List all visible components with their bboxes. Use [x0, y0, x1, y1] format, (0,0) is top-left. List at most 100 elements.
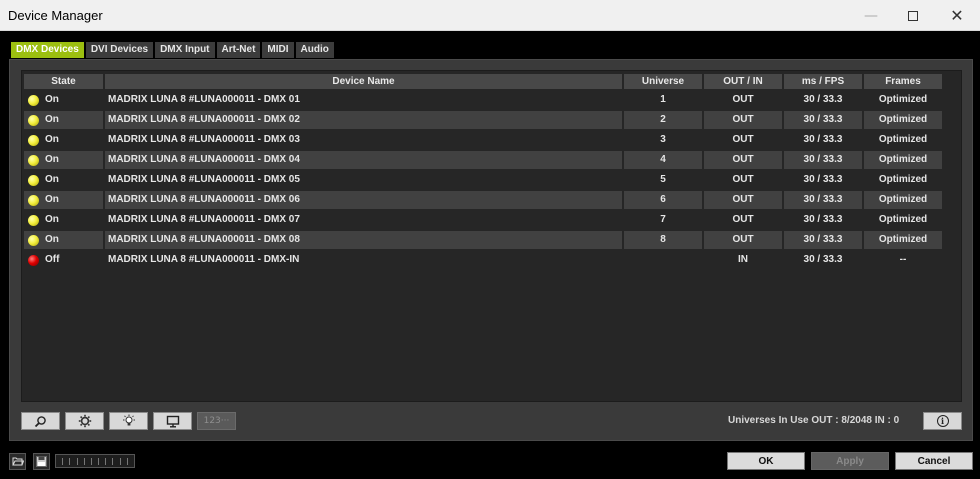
status-led-on-icon[interactable]	[28, 194, 39, 206]
state-label: On	[45, 234, 59, 245]
minimize-button[interactable]: —	[848, 0, 894, 31]
table-row[interactable]: On MADRIX LUNA 8 #LUNA000011 - DMX 05 5 OUT…	[22, 171, 963, 189]
cancel-button[interactable]: Cancel	[895, 452, 973, 470]
table-row[interactable]: On MADRIX LUNA 8 #LUNA000011 - DMX 03 3 OUT…	[22, 131, 963, 149]
table-row[interactable]: On MADRIX LUNA 8 #LUNA000011 - DMX 01 1 OUT…	[22, 91, 963, 109]
tab-bar: DMX Devices DVI Devices DMX Input Art-Ne…	[11, 42, 336, 58]
out-in-cell: OUT	[732, 134, 754, 145]
status-led-on-icon[interactable]	[28, 214, 39, 226]
fps-cell: 30 / 33.3	[803, 134, 843, 145]
table-row[interactable]: On MADRIX LUNA 8 #LUNA000011 - DMX 06 6 OUT…	[22, 191, 963, 209]
out-in-cell: OUT	[704, 111, 782, 129]
table-row[interactable]: On MADRIX LUNA 8 #LUNA000011 - DMX 02 2 OUT…	[22, 111, 963, 129]
universe-cell: 7	[660, 214, 666, 225]
maximize-button[interactable]	[890, 0, 936, 31]
tab-midi[interactable]: MIDI	[262, 42, 294, 58]
save-icon	[36, 456, 47, 467]
numbers-button[interactable]: 123···	[197, 412, 236, 430]
device-name-cell: MADRIX LUNA 8 #LUNA000011 - DMX 08	[105, 231, 622, 249]
state-cell: On	[24, 111, 103, 129]
tab-dmx-input[interactable]: DMX Input	[155, 42, 215, 58]
state-cell: On	[24, 211, 103, 229]
status-led-on-icon[interactable]	[28, 174, 39, 186]
close-button[interactable]: ✕	[934, 0, 980, 31]
info-icon: i	[936, 415, 949, 427]
status-led-on-icon[interactable]	[28, 114, 39, 126]
universe-cell: 4	[624, 151, 702, 169]
state-cell: On	[24, 131, 103, 149]
universe-cell	[624, 251, 702, 269]
tab-dvi-devices[interactable]: DVI Devices	[85, 42, 154, 58]
transparency-slider[interactable]	[55, 454, 135, 468]
state-cell: On	[24, 91, 103, 109]
frames-cell: Optimized	[878, 134, 928, 145]
tab-audio[interactable]: Audio	[295, 42, 334, 58]
device-name-cell: MADRIX LUNA 8 #LUNA000011 - DMX 01	[108, 94, 300, 105]
dmx-devices-panel: State Device Name Universe OUT / IN ms /…	[9, 59, 973, 441]
column-header-frames[interactable]: Frames	[864, 74, 942, 89]
close-icon: ✕	[950, 6, 964, 25]
out-in-cell: IN	[738, 254, 748, 265]
state-label: On	[45, 134, 59, 145]
fps-cell: 30 / 33.3	[784, 231, 862, 249]
state-cell: On	[24, 191, 103, 209]
out-in-cell: OUT	[732, 174, 754, 185]
display-button[interactable]	[153, 412, 192, 430]
table-row[interactable]: On MADRIX LUNA 8 #LUNA000011 - DMX 08 8 OUT…	[22, 231, 963, 249]
status-led-on-icon[interactable]	[28, 134, 39, 146]
folder-open-icon	[11, 457, 24, 466]
status-led-on-icon[interactable]	[28, 234, 39, 246]
minimize-icon: —	[864, 7, 878, 24]
apply-button[interactable]: Apply	[811, 452, 889, 470]
info-button[interactable]: i	[923, 412, 962, 430]
state-cell: Off	[24, 251, 103, 269]
tab-dmx-devices[interactable]: DMX Devices	[11, 42, 84, 58]
frames-cell: Optimized	[864, 231, 942, 249]
status-led-on-icon[interactable]	[28, 154, 39, 166]
device-name-cell: MADRIX LUNA 8 #LUNA000011 - DMX 06	[105, 191, 622, 209]
settings-button[interactable]	[65, 412, 104, 430]
column-header-universe[interactable]: Universe	[624, 74, 702, 89]
state-label: On	[45, 214, 59, 225]
identify-button[interactable]	[109, 412, 148, 430]
column-header-device-name[interactable]: Device Name	[105, 74, 622, 89]
universe-cell: 5	[660, 174, 666, 185]
table-row[interactable]: On MADRIX LUNA 8 #LUNA000011 - DMX 07 7 OUT…	[22, 211, 963, 229]
monitor-icon	[166, 415, 179, 428]
fps-cell: 30 / 33.3	[784, 111, 862, 129]
out-in-cell: OUT	[704, 191, 782, 209]
table-row[interactable]: Off MADRIX LUNA 8 #LUNA000011 - DMX-IN IN 3…	[22, 251, 963, 269]
ok-button[interactable]: OK	[727, 452, 805, 470]
search-button[interactable]	[21, 412, 60, 430]
frames-cell: Optimized	[878, 174, 928, 185]
fps-cell: 30 / 33.3	[803, 254, 843, 265]
state-label: On	[45, 174, 59, 185]
device-name-cell: MADRIX LUNA 8 #LUNA000011 - DMX 03	[108, 134, 300, 145]
state-cell: On	[24, 171, 103, 189]
open-file-button[interactable]	[9, 453, 26, 470]
status-led-off-icon[interactable]	[28, 254, 39, 266]
out-in-cell: OUT	[704, 151, 782, 169]
status-led-on-icon[interactable]	[28, 94, 39, 106]
device-table: State Device Name Universe OUT / IN ms /…	[21, 70, 962, 402]
universe-cell: 6	[624, 191, 702, 209]
maximize-icon	[908, 10, 918, 21]
save-file-button[interactable]	[33, 453, 50, 470]
column-header-state[interactable]: State	[24, 74, 103, 89]
universes-in-use-status: Universes In Use OUT : 8/2048 IN : 0	[728, 415, 900, 426]
frames-cell: Optimized	[878, 94, 928, 105]
tab-art-net[interactable]: Art-Net	[216, 42, 261, 58]
state-label: On	[45, 114, 59, 125]
column-header-ms-fps[interactable]: ms / FPS	[784, 74, 862, 89]
out-in-cell: OUT	[704, 231, 782, 249]
state-cell: On	[24, 151, 103, 169]
out-in-cell: OUT	[732, 94, 754, 105]
fps-cell: 30 / 33.3	[784, 191, 862, 209]
title-bar: Device Manager — ✕	[0, 0, 980, 31]
table-row[interactable]: On MADRIX LUNA 8 #LUNA000011 - DMX 04 4 OUT…	[22, 151, 963, 169]
state-cell: On	[24, 231, 103, 249]
gear-icon	[78, 414, 91, 428]
fps-cell: 30 / 33.3	[784, 151, 862, 169]
column-header-out-in[interactable]: OUT / IN	[704, 74, 782, 89]
universe-cell: 8	[624, 231, 702, 249]
